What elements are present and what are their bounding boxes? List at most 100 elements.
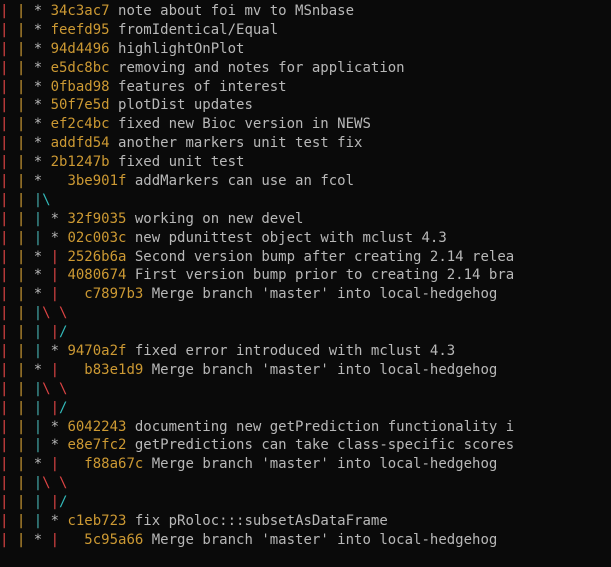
graph-segment: |: [17, 230, 34, 246]
graph-segment: |: [17, 116, 34, 132]
graph-segment: |: [0, 60, 17, 76]
graph-segment: *: [34, 249, 51, 265]
commit-hash[interactable]: feefd95: [51, 22, 110, 38]
commit-hash[interactable]: f88a67c: [84, 456, 143, 472]
commit-hash[interactable]: e8e7fc2: [67, 437, 126, 453]
commit-hash[interactable]: 32f9035: [67, 211, 126, 227]
graph-segment: |: [0, 475, 17, 491]
graph-segment: |: [17, 41, 34, 57]
commit-hash[interactable]: 0fbad98: [51, 79, 110, 95]
graph-segment: |: [51, 249, 68, 265]
graph-segment: |: [17, 97, 34, 113]
graph-segment: *: [34, 3, 51, 19]
commit-hash[interactable]: 94d4496: [51, 41, 110, 57]
graph-segment: |: [17, 135, 34, 151]
graph-segment: |: [0, 419, 17, 435]
graph-segment: \ \: [42, 381, 67, 397]
commit-hash[interactable]: 50f7e5d: [51, 97, 110, 113]
graph-segment: *: [34, 532, 51, 548]
commit-message: plotDist updates: [110, 97, 253, 113]
graph-segment: |: [51, 494, 59, 510]
commit-hash[interactable]: e5dc8bc: [51, 60, 110, 76]
log-line: | | |\ \: [0, 304, 611, 323]
commit-message: Merge branch 'master' into local-hedgeho…: [143, 362, 497, 378]
graph-segment: \ \: [42, 305, 67, 321]
graph-segment: |: [17, 437, 34, 453]
graph-segment: |: [0, 267, 17, 283]
commit-hash[interactable]: 02c003c: [67, 230, 126, 246]
graph-segment: |: [17, 494, 34, 510]
commit-message: fix pRoloc:::subsetAsDataFrame: [126, 513, 387, 529]
graph-segment: |: [17, 343, 34, 359]
graph-segment: |: [0, 79, 17, 95]
graph-segment: *: [51, 513, 68, 529]
commit-hash[interactable]: 6042243: [67, 419, 126, 435]
commit-message: working on new devel: [126, 211, 303, 227]
log-line: | | * feefd95 fromIdentical/Equal: [0, 21, 611, 40]
commit-hash[interactable]: b83e1d9: [84, 362, 143, 378]
commit-hash[interactable]: 2526b6a: [67, 249, 126, 265]
log-line: | | * 3be901f addMarkers can use an fcol: [0, 172, 611, 191]
graph-segment: |: [17, 456, 34, 472]
log-line: | | * addfd54 another markers unit test …: [0, 134, 611, 153]
graph-segment: |: [0, 381, 17, 397]
graph-segment: |: [17, 60, 34, 76]
graph-segment: *: [51, 419, 68, 435]
log-line: | | |\: [0, 191, 611, 210]
graph-segment: |: [0, 494, 17, 510]
log-line: | | * | b83e1d9 Merge branch 'master' in…: [0, 361, 611, 380]
commit-hash[interactable]: c7897b3: [84, 286, 143, 302]
graph-segment: |: [17, 305, 34, 321]
commit-message: fixed unit test: [110, 154, 245, 170]
graph-segment: *: [34, 116, 51, 132]
commit-hash[interactable]: ef2c4bc: [51, 116, 110, 132]
commit-hash[interactable]: 5c95a66: [84, 532, 143, 548]
graph-segment: |: [51, 456, 85, 472]
graph-segment: /: [59, 324, 67, 340]
log-line: | | | * e8e7fc2 getPredictions can take …: [0, 436, 611, 455]
graph-segment: |: [34, 475, 42, 491]
graph-segment: |: [0, 22, 17, 38]
graph-segment: *: [51, 343, 68, 359]
graph-segment: |: [51, 267, 68, 283]
graph-segment: *: [34, 173, 68, 189]
commit-hash[interactable]: 34c3ac7: [51, 3, 110, 19]
graph-segment: |: [51, 532, 85, 548]
graph-segment: |: [17, 381, 34, 397]
commit-message: First version bump prior to creating 2.1…: [126, 267, 514, 283]
commit-hash[interactable]: 2b1247b: [51, 154, 110, 170]
commit-hash[interactable]: addfd54: [51, 135, 110, 151]
commit-hash[interactable]: c1eb723: [67, 513, 126, 529]
graph-segment: *: [51, 437, 68, 453]
graph-segment: \ \: [42, 475, 67, 491]
commit-hash[interactable]: 4080674: [67, 267, 126, 283]
log-line: | | * ef2c4bc fixed new Bioc version in …: [0, 115, 611, 134]
commit-hash[interactable]: 3be901f: [67, 173, 126, 189]
log-line: | | * | f88a67c Merge branch 'master' in…: [0, 455, 611, 474]
commit-message: documenting new getPrediction functional…: [126, 419, 514, 435]
commit-hash[interactable]: 9470a2f: [67, 343, 126, 359]
graph-segment: |: [34, 400, 51, 416]
graph-segment: |: [0, 532, 17, 548]
graph-segment: |: [0, 192, 17, 208]
graph-segment: *: [34, 60, 51, 76]
commit-message: highlightOnPlot: [110, 41, 245, 57]
graph-segment: |: [17, 267, 34, 283]
graph-segment: |: [0, 41, 17, 57]
graph-segment: *: [51, 230, 68, 246]
graph-segment: |: [0, 97, 17, 113]
graph-segment: |: [34, 513, 51, 529]
graph-segment: *: [34, 41, 51, 57]
graph-segment: *: [34, 79, 51, 95]
log-line: | | * | 2526b6a Second version bump afte…: [0, 248, 611, 267]
commit-message: Second version bump after creating 2.14 …: [126, 249, 514, 265]
graph-segment: |: [51, 286, 85, 302]
log-line: | | * e5dc8bc removing and notes for app…: [0, 59, 611, 78]
graph-segment: |: [17, 475, 34, 491]
graph-segment: |: [0, 135, 17, 151]
log-line: | | * 2b1247b fixed unit test: [0, 153, 611, 172]
log-line: | | | * 32f9035 working on new devel: [0, 210, 611, 229]
graph-segment: |: [17, 22, 34, 38]
log-line: | | | * c1eb723 fix pRoloc:::subsetAsDat…: [0, 512, 611, 531]
graph-segment: |: [0, 456, 17, 472]
